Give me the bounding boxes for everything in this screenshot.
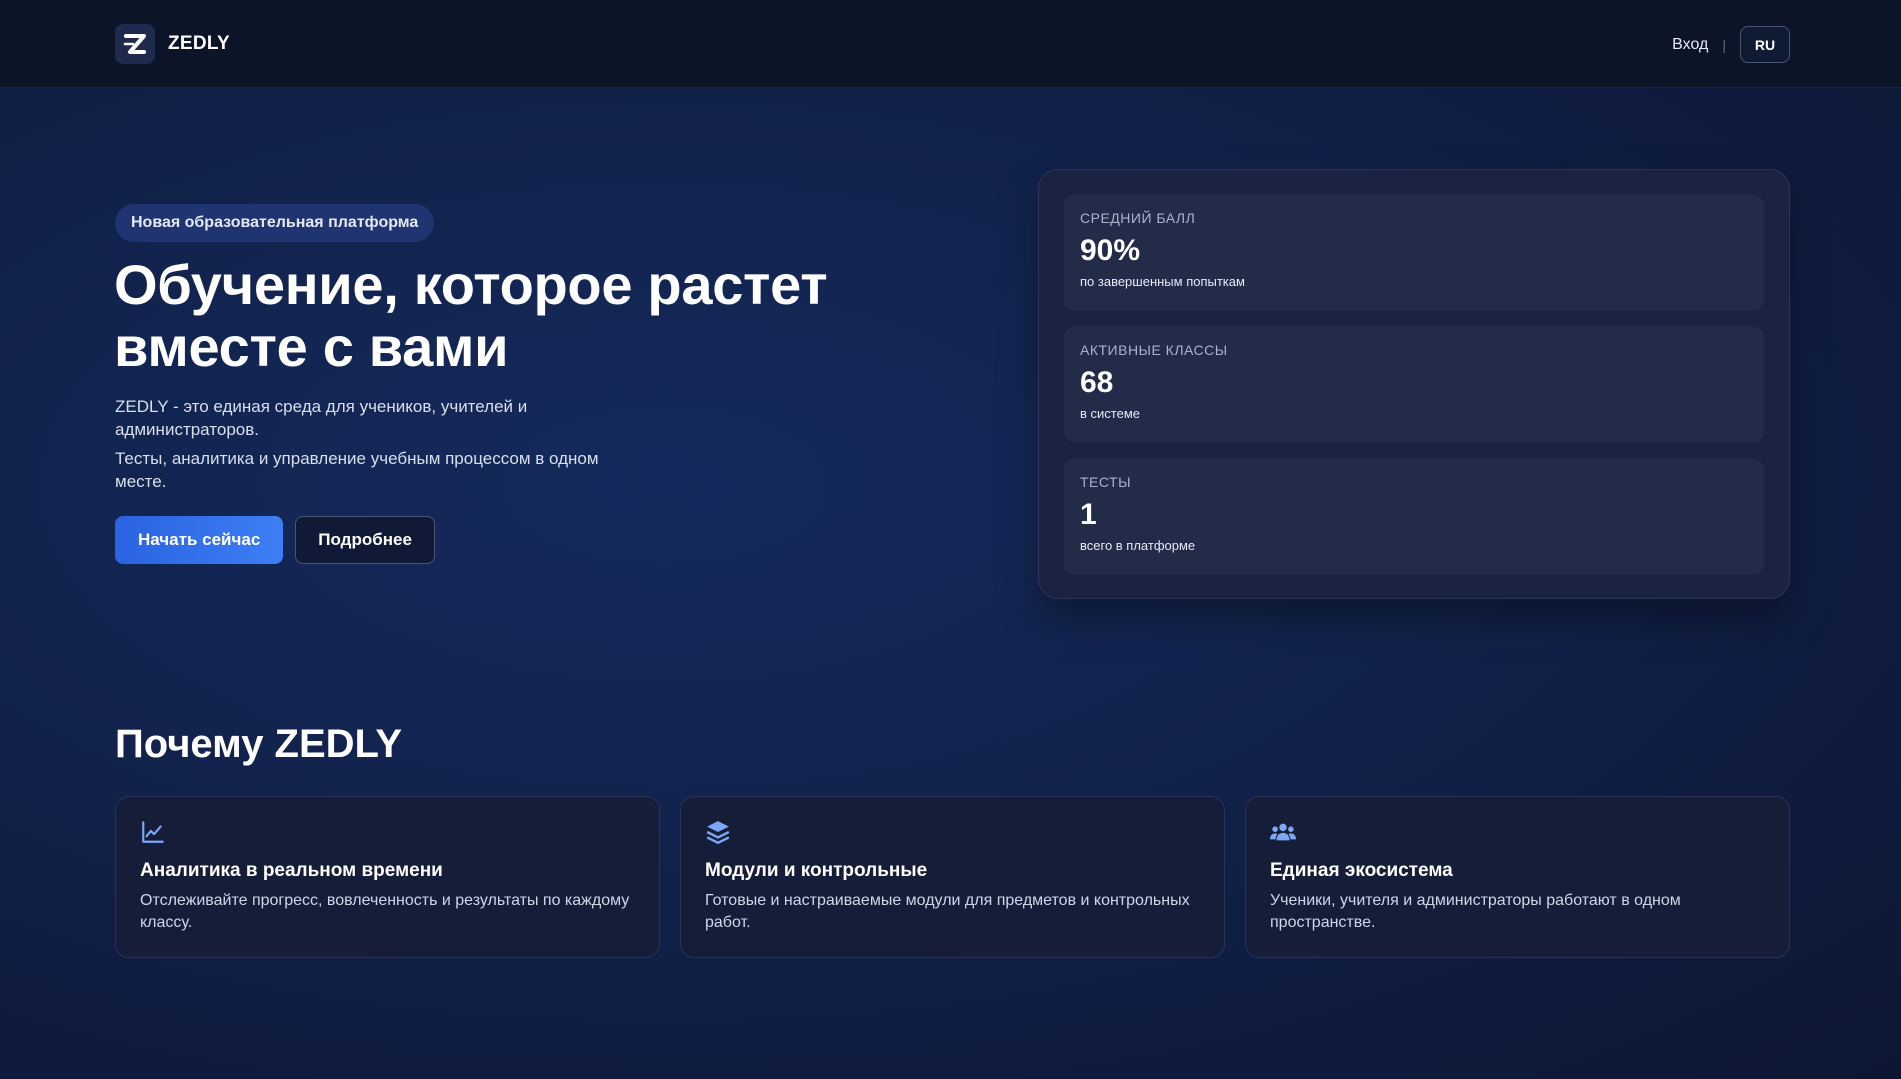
feature-card-ecosystem: Единая экосистема Ученики, учителя и адм…	[1245, 796, 1790, 958]
brand-name: ZEDLY	[168, 33, 231, 54]
stat-tests: ТЕСТЫ 1 всего в платформе	[1064, 458, 1764, 575]
hero-title-line2: вместе с вами	[114, 315, 509, 378]
top-navigation: ZEDLY Вход | RU	[0, 0, 1901, 88]
feature-description: Ученики, учителя и администраторы работа…	[1270, 892, 1681, 931]
stat-label: ТЕСТЫ	[1080, 474, 1131, 490]
feature-card-modules: Модули и контрольные Готовые и настраива…	[680, 796, 1225, 958]
stat-value: 90%	[1080, 234, 1141, 267]
stat-label: СРЕДНИЙ БАЛЛ	[1080, 210, 1196, 226]
hero-description-1: ZEDLY - это единая среда для учеников, у…	[115, 397, 528, 439]
feature-title: Аналитика в реальном времени	[140, 860, 443, 881]
login-link[interactable]: Вход	[1672, 36, 1708, 54]
stat-caption: в системе	[1080, 406, 1140, 421]
nav-separator: |	[1722, 36, 1726, 53]
users-icon	[1270, 823, 1296, 841]
stat-value: 68	[1080, 366, 1114, 399]
stat-caption: по завершенным попыткам	[1080, 274, 1245, 289]
chart-line-icon	[142, 821, 164, 843]
hero-title-line1: Обучение, которое растет	[114, 253, 828, 316]
stat-value: 1	[1080, 498, 1097, 531]
hero-description-2: Тесты, аналитика и управление учебным пр…	[115, 449, 599, 491]
stat-active-classes: АКТИВНЫЕ КЛАССЫ 68 в системе	[1064, 326, 1764, 443]
brand-logo[interactable]: ZEDLY	[115, 24, 230, 64]
hero-actions: Начать сейчас Подробнее	[115, 516, 435, 564]
hero-description: ZEDLY - это единая среда для учеников, у…	[115, 395, 635, 493]
language-button[interactable]: RU	[1740, 26, 1790, 63]
feature-card-analytics: Аналитика в реальном времени Отслеживайт…	[115, 796, 660, 958]
stat-average-score: СРЕДНИЙ БАЛЛ 90% по завершенным попыткам	[1064, 194, 1764, 311]
hero-badge: Новая образовательная платформа	[115, 204, 435, 242]
feature-title: Модули и контрольные	[705, 860, 928, 881]
stats-panel: СРЕДНИЙ БАЛЛ 90% по завершенным попыткам…	[1038, 169, 1790, 599]
stat-caption: всего в платформе	[1080, 538, 1196, 553]
layers-icon	[706, 821, 730, 845]
stat-label: АКТИВНЫЕ КЛАССЫ	[1080, 342, 1228, 358]
features-list: Аналитика в реальном времени Отслеживайт…	[115, 796, 1790, 958]
nav-actions: Вход | RU	[1672, 26, 1790, 63]
why-section-title: Почему ZEDLY	[115, 722, 402, 766]
feature-title: Единая экосистема	[1270, 860, 1453, 881]
logo-icon	[115, 24, 155, 64]
learn-more-button[interactable]: Подробнее	[295, 516, 435, 564]
start-now-button[interactable]: Начать сейчас	[115, 516, 284, 564]
feature-description: Отслеживайте прогресс, вовлеченность и р…	[140, 892, 630, 931]
hero-title: Обучение, которое растет вместе с вами	[114, 254, 874, 378]
feature-description: Готовые и настраиваемые модули для предм…	[705, 892, 1190, 931]
